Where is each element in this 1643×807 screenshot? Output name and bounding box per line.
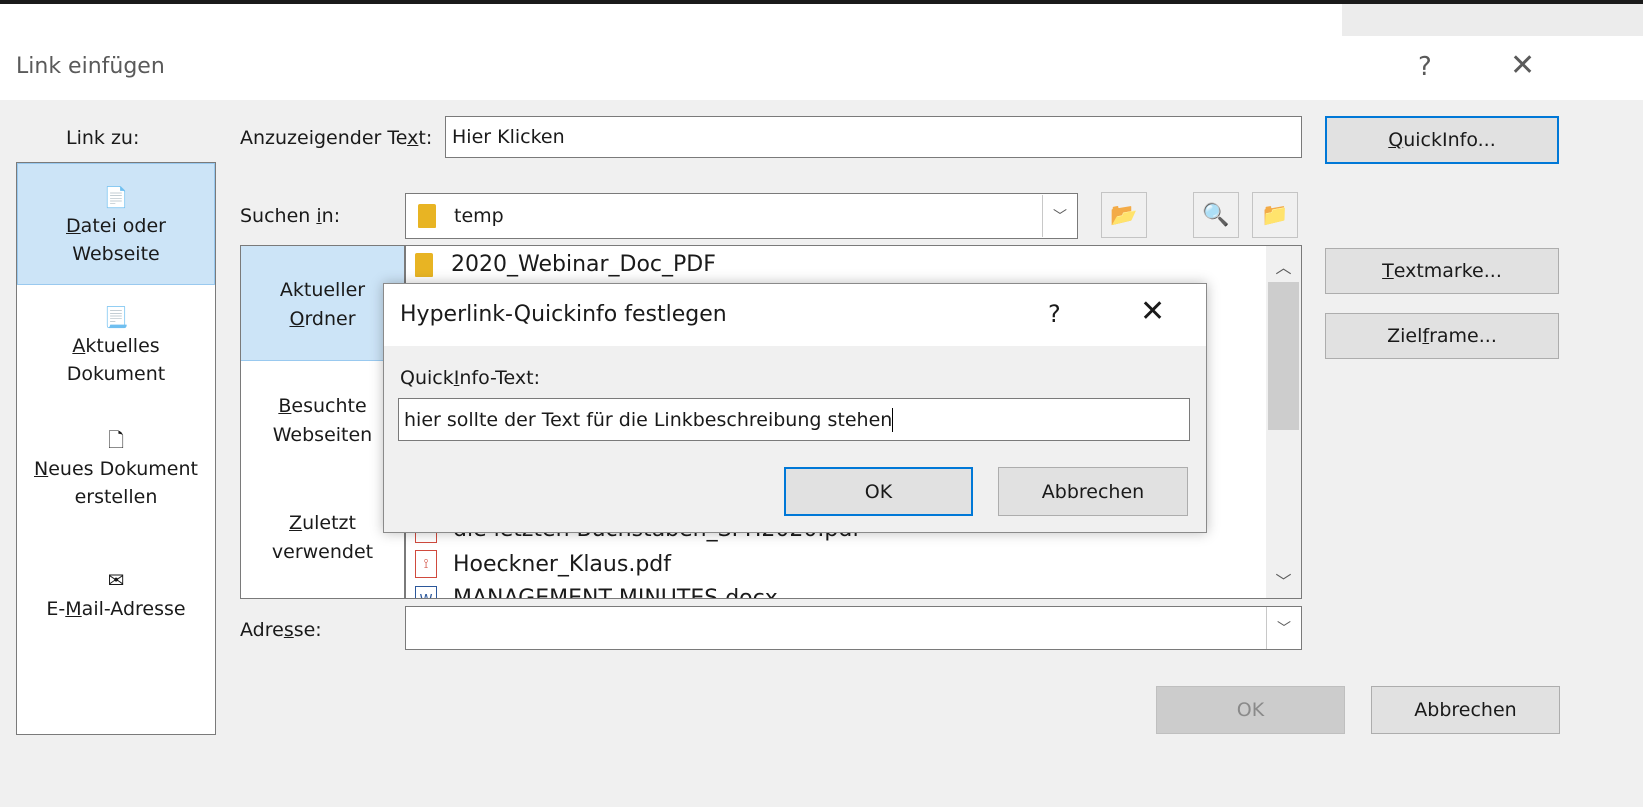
folder-icon <box>418 204 436 228</box>
web-page-icon: 📄 <box>103 185 129 209</box>
target-frame-button[interactable]: Ziel f rame... <box>1325 313 1559 359</box>
chevron-down-icon[interactable]: ﹀ <box>1266 607 1301 649</box>
quickinfo-button[interactable]: QuickInfo... <box>1325 116 1559 164</box>
word-file-icon: W <box>415 586 437 598</box>
folder-icon <box>415 252 433 277</box>
link-to-label: Link zu: <box>66 127 140 149</box>
search-in-combobox[interactable]: temp ﹀ <box>405 193 1078 239</box>
help-icon[interactable]: ? <box>1418 52 1432 82</box>
pdf-file-icon: ⟟ <box>415 550 437 578</box>
scroll-down-icon[interactable]: ﹀ <box>1266 568 1301 592</box>
browse-web-icon[interactable]: 🔍 <box>1193 192 1239 238</box>
document-icon: 📃 <box>103 305 129 329</box>
sidebar-item-file-or-webpage[interactable]: 📄 Datei oder Webseite <box>17 163 215 285</box>
close-icon[interactable]: ✕ <box>1510 48 1535 83</box>
email-icon: ✉ <box>107 568 125 592</box>
text-cursor <box>892 407 894 432</box>
nav-item-browsed-pages[interactable]: Besuchte Webseiten <box>241 392 404 462</box>
list-item[interactable]: W MANAGEMENT MINUTES.docx <box>415 586 778 598</box>
help-icon[interactable]: ? <box>1048 300 1061 328</box>
quickinfo-text-value: hier sollte der Text für die Linkbeschre… <box>404 408 893 431</box>
list-item[interactable]: ⟟ Hoeckner_Klaus.pdf <box>415 550 671 578</box>
close-icon[interactable]: ✕ <box>1140 294 1165 329</box>
cancel-button[interactable]: Abbrechen <box>1371 686 1560 734</box>
chevron-down-icon[interactable]: ﹀ <box>1042 195 1077 237</box>
search-in-label: Suchen in: <box>240 205 341 227</box>
display-text-label: Anzuzeigender Text: <box>240 127 433 149</box>
dialog-title: Link einfügen <box>16 54 165 79</box>
bookmark-button[interactable]: Textmarke... <box>1325 248 1559 294</box>
display-text-input[interactable]: Hier Klicken <box>445 116 1302 158</box>
quickinfo-text-input[interactable]: hier sollte der Text für die Linkbeschre… <box>398 398 1190 441</box>
sidebar-item-email-address[interactable]: ✉ E-Mail-Adresse <box>17 565 215 637</box>
folder-up-icon[interactable]: 📂 <box>1101 192 1147 238</box>
quickinfo-text-label: QuickInfo-Text: <box>400 367 540 389</box>
nav-item-recent-files[interactable]: Zuletzt verwendet <box>241 509 404 579</box>
quickinfo-cancel-button[interactable]: Abbrechen <box>998 467 1188 516</box>
ok-button[interactable]: OK <box>1156 686 1345 734</box>
nav-item-current-folder[interactable]: Aktueller Ordner <box>241 246 404 361</box>
address-combobox[interactable]: ﹀ <box>405 606 1302 650</box>
search-in-value: temp <box>454 205 504 227</box>
browse-file-icon[interactable]: 📁 <box>1252 192 1298 238</box>
quickinfo-dialog-title: Hyperlink-Quickinfo festlegen <box>400 302 727 327</box>
dialog-titlebar <box>0 36 1643 100</box>
scrollbar-thumb[interactable] <box>1268 282 1299 430</box>
new-document-icon: 🗋 <box>107 428 125 452</box>
address-label: Adresse: <box>240 619 322 641</box>
sidebar-item-current-document[interactable]: 📃 Aktuelles Dokument <box>17 302 215 402</box>
quickinfo-ok-button[interactable]: OK <box>784 467 973 516</box>
scroll-up-icon[interactable]: ︿ <box>1266 254 1301 278</box>
sidebar-item-new-document[interactable]: 🗋 Neues Dokument erstellen <box>17 425 215 525</box>
list-item[interactable]: 2020_Webinar_Doc_PDF <box>415 252 716 277</box>
